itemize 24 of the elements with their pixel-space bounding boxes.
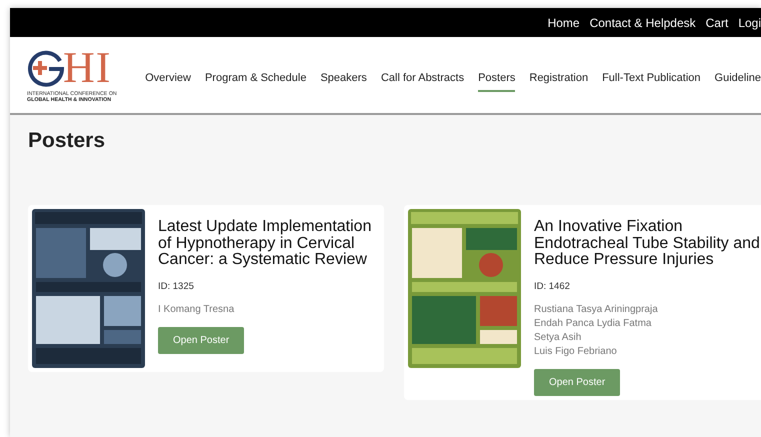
author-name: Luis Figo Febriano <box>534 346 618 356</box>
circle-plus-icon <box>27 48 65 86</box>
nav-link[interactable]: Call for Abstracts <box>380 66 464 92</box>
top-link[interactable]: Cart <box>706 16 728 30</box>
poster-id: ID: 1325 <box>158 280 194 292</box>
page-title: Posters <box>28 129 106 153</box>
poster-title: An Inovative Fixation Endotracheal Tube Stability and Reduce Pressure Injuries <box>534 219 761 268</box>
nav-link[interactable]: Program & Schedule <box>204 66 306 92</box>
nav-link[interactable]: Full-Text Publication <box>602 66 701 92</box>
author-name: Setya Asih <box>534 332 582 342</box>
poster-id: ID: 1462 <box>534 280 570 292</box>
top-link[interactable]: Contact & Helpdesk <box>590 16 696 30</box>
logo-letters: HI <box>63 48 112 88</box>
author-name: Rustiana Tasya Ariningpraja <box>534 304 658 314</box>
nav-link[interactable]: Speakers <box>320 66 367 92</box>
top-link[interactable]: Home <box>548 16 580 30</box>
nav-link[interactable]: Overview <box>145 66 191 92</box>
author-name: Endah Panca Lydia Fatma <box>534 318 652 328</box>
nav-link[interactable]: Posters <box>478 66 516 92</box>
nav-link[interactable]: Guideline <box>714 66 761 92</box>
author-name: I Komang Tresna <box>158 304 234 314</box>
top-link[interactable]: Logi <box>738 16 761 30</box>
nav-link[interactable]: Registration <box>529 66 588 92</box>
poster-title: Latest Update Implementation of Hypnotherapy in Cervical Cancer: a Systematic Review <box>158 219 372 268</box>
